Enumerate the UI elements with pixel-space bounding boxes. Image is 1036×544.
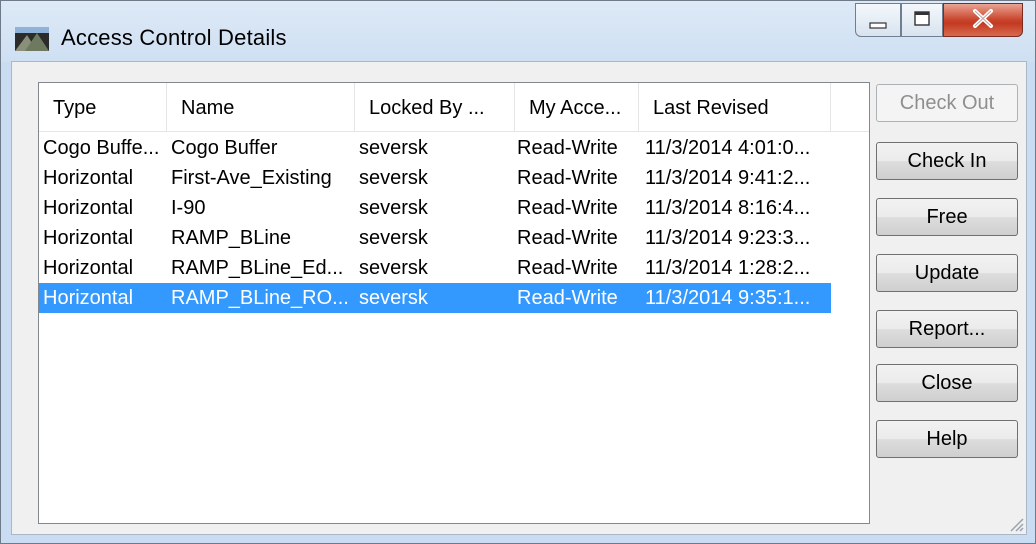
- cell-type: Horizontal: [43, 227, 134, 249]
- report-button[interactable]: Report...: [876, 310, 1018, 348]
- table-row[interactable]: Horizontal First-Ave_Existing seversk Re…: [39, 163, 831, 193]
- free-button[interactable]: Free: [876, 198, 1018, 236]
- cell-type: Horizontal: [43, 167, 134, 189]
- check-out-button[interactable]: Check Out: [876, 84, 1018, 122]
- cell-locked-by: seversk: [359, 197, 428, 219]
- dialog-client-area: Type Name Locked By ... My Acce... Last …: [11, 61, 1027, 535]
- table-row-selected[interactable]: Horizontal RAMP_BLine_RO... seversk Read…: [39, 283, 831, 313]
- cell-revised: 11/3/2014 9:41:2...: [645, 167, 811, 189]
- cell-type: Horizontal: [43, 197, 134, 219]
- cell-name: Cogo Buffer: [171, 137, 278, 159]
- cell-revised: 11/3/2014 4:01:0...: [645, 137, 811, 159]
- check-in-button[interactable]: Check In: [876, 142, 1018, 180]
- cell-revised: 11/3/2014 9:35:1...: [645, 287, 811, 309]
- access-control-dialog: Access Control Details Type Name Locked …: [0, 0, 1036, 544]
- help-button[interactable]: Help: [876, 420, 1018, 458]
- column-header-last-revised[interactable]: Last Revised: [639, 83, 831, 131]
- cell-locked-by: seversk: [359, 227, 428, 249]
- cell-access: Read-Write: [517, 197, 618, 219]
- cell-revised: 11/3/2014 9:23:3...: [645, 227, 811, 249]
- column-header-locked-by[interactable]: Locked By ...: [355, 83, 515, 131]
- access-list[interactable]: Type Name Locked By ... My Acce... Last …: [38, 82, 870, 524]
- cell-locked-by: seversk: [359, 167, 428, 189]
- cell-access: Read-Write: [517, 167, 618, 189]
- cell-name: RAMP_BLine_RO...: [171, 287, 349, 309]
- cell-revised: 11/3/2014 8:16:4...: [645, 197, 811, 219]
- caption-buttons: [855, 3, 1023, 39]
- cell-type: Horizontal: [43, 287, 134, 309]
- cell-name: RAMP_BLine: [171, 227, 292, 249]
- minimize-button[interactable]: [855, 3, 901, 37]
- cell-access: Read-Write: [517, 257, 618, 279]
- maximize-icon: [914, 11, 930, 26]
- cell-locked-by: seversk: [359, 287, 428, 309]
- table-row[interactable]: Horizontal RAMP_BLine_Ed... seversk Read…: [39, 253, 831, 283]
- column-header-my-access[interactable]: My Acce...: [515, 83, 639, 131]
- list-header: Type Name Locked By ... My Acce... Last …: [39, 83, 869, 132]
- column-header-type[interactable]: Type: [39, 83, 167, 131]
- cell-access: Read-Write: [517, 287, 618, 309]
- title-bar[interactable]: Access Control Details: [1, 1, 1035, 63]
- close-button[interactable]: [943, 3, 1023, 37]
- cell-locked-by: seversk: [359, 257, 428, 279]
- cell-access: Read-Write: [517, 227, 618, 249]
- cell-locked-by: seversk: [359, 137, 428, 159]
- update-button[interactable]: Update: [876, 254, 1018, 292]
- cell-type: Horizontal: [43, 257, 134, 279]
- close-icon: [973, 9, 993, 28]
- cell-revised: 11/3/2014 1:28:2...: [645, 257, 811, 279]
- table-row[interactable]: Cogo Buffe... Cogo Buffer seversk Read-W…: [39, 133, 831, 163]
- minimize-icon: [869, 22, 887, 29]
- table-row[interactable]: Horizontal I-90 seversk Read-Write 11/3/…: [39, 193, 831, 223]
- app-icon: [15, 27, 49, 51]
- cell-name: First-Ave_Existing: [171, 167, 332, 189]
- cell-access: Read-Write: [517, 137, 618, 159]
- cell-name: I-90: [171, 197, 206, 219]
- resize-grip-icon[interactable]: [1006, 514, 1024, 532]
- table-row[interactable]: Horizontal RAMP_BLine seversk Read-Write…: [39, 223, 831, 253]
- maximize-button[interactable]: [901, 3, 943, 37]
- cell-type: Cogo Buffe...: [43, 137, 160, 159]
- close-dialog-button[interactable]: Close: [876, 364, 1018, 402]
- column-header-name[interactable]: Name: [167, 83, 355, 131]
- cell-name: RAMP_BLine_Ed...: [171, 257, 344, 279]
- window-title: Access Control Details: [61, 25, 287, 50]
